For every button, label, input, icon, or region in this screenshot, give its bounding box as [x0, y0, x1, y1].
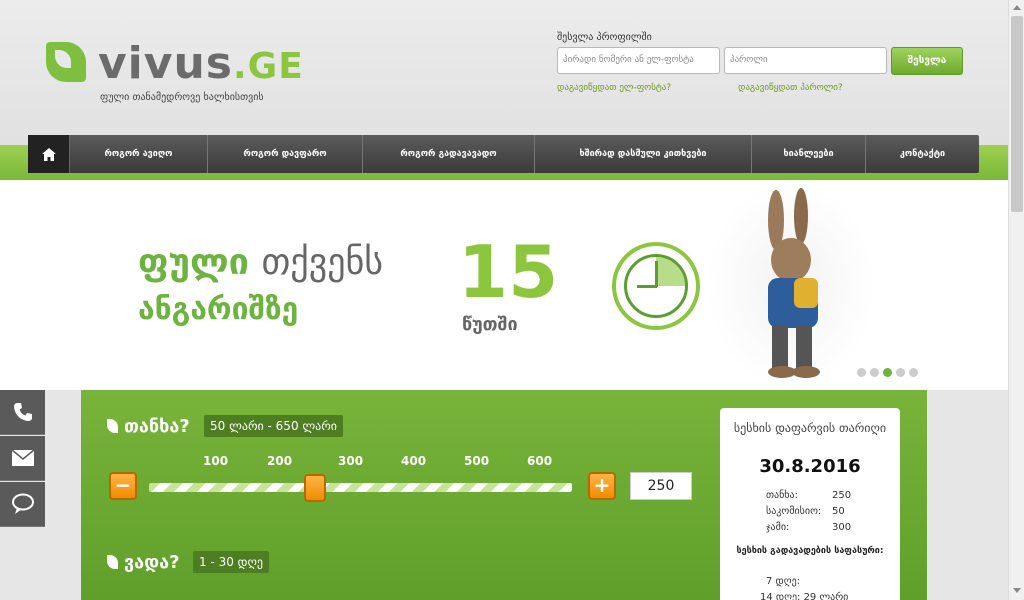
- amount-range-badge: 50 ლარი - 650 ლარი: [204, 415, 344, 437]
- extension-fee-7-days: 7 დღე:: [766, 576, 801, 587]
- term-label: ვადა?: [107, 552, 180, 573]
- scroll-up-arrow-icon[interactable]: [1013, 5, 1021, 10]
- password-input[interactable]: პაროლი: [724, 47, 887, 74]
- extension-fee-title: სესხის გადავადების საფასური:: [736, 546, 884, 556]
- promo-banner[interactable]: ფული თქვენს ანგარიშზე 15 წუთში: [0, 180, 1008, 390]
- amount-slider-track[interactable]: [149, 483, 572, 492]
- login-label: შესვლა პროფილში: [557, 32, 652, 43]
- side-phone-button[interactable]: [0, 390, 45, 435]
- loan-calculator: თანხა? 50 ლარი - 650 ლარი 100 200 300 40…: [81, 390, 927, 600]
- nav-item-how-to-extend[interactable]: როგორ გადავავადო: [363, 135, 535, 173]
- mail-icon: [11, 449, 34, 466]
- carousel-dot[interactable]: [870, 368, 879, 377]
- scale-label: 600: [527, 454, 553, 468]
- chat-icon: [11, 493, 34, 514]
- side-chat-button[interactable]: [0, 482, 45, 527]
- carousel-dot[interactable]: [883, 368, 892, 377]
- carousel-dot[interactable]: [896, 368, 905, 377]
- amount-value-field[interactable]: 250: [630, 472, 692, 500]
- rabbit-mascot-image: [706, 180, 876, 390]
- summary-row-amount: თანხა: 250: [766, 490, 852, 501]
- logo-leaf-icon: [46, 42, 86, 82]
- repayment-date: 30.8.2016: [759, 456, 861, 477]
- scale-label: 200: [267, 454, 293, 468]
- forgot-password-link[interactable]: დაგავიწყდათ პაროლი?: [738, 83, 843, 93]
- banner-unit: წუთში: [462, 314, 518, 335]
- scale-label: 100: [203, 454, 229, 468]
- term-range-badge: 1 - 30 დღე: [193, 551, 270, 573]
- amount-slider-handle[interactable]: [304, 474, 326, 502]
- carousel-dots: [857, 368, 918, 377]
- scale-label: 500: [464, 454, 490, 468]
- main-nav: როგორ ავიღო როგორ დავფარო როგორ გადავავა…: [28, 135, 979, 173]
- banner-line2: ანგარიშზე: [138, 292, 299, 327]
- summary-row-total: ჯამი: 300: [766, 522, 852, 533]
- amount-increase-button[interactable]: +: [588, 472, 616, 500]
- banner-line1: ფული თქვენს: [138, 242, 384, 283]
- extension-fee-14-days: 14 დღე: 29 ლარი: [760, 592, 849, 600]
- nav-item-how-to-get[interactable]: როგორ ავიღო: [70, 135, 208, 173]
- id-or-email-input[interactable]: პირადი ნომერი ან ელ-ფოსტა: [557, 47, 720, 74]
- scrollbar-thumb[interactable]: [1011, 16, 1023, 212]
- loan-summary-card: სესხის დაფარვის თარიღი 30.8.2016 თანხა: 2…: [720, 408, 900, 600]
- summary-row-fee: საკომისიო: 50: [766, 506, 845, 517]
- amount-decrease-button[interactable]: −: [109, 472, 137, 500]
- banner-number: 15: [458, 230, 559, 314]
- summary-title: სესხის დაფარვის თარიღი: [733, 421, 887, 435]
- home-icon: [41, 147, 56, 161]
- nav-home[interactable]: [28, 135, 70, 173]
- scroll-down-arrow-icon[interactable]: [1013, 588, 1021, 593]
- tagline: ფული თანამედროვე ხალხისთვის: [100, 92, 264, 103]
- amount-label: თანხა?: [107, 416, 190, 437]
- nav-item-how-to-repay[interactable]: როგორ დავფარო: [208, 135, 363, 173]
- scale-label: 400: [401, 454, 427, 468]
- carousel-dot[interactable]: [909, 368, 918, 377]
- side-mail-button[interactable]: [0, 436, 45, 481]
- clock-icon: [612, 242, 700, 330]
- phone-icon: [13, 403, 32, 421]
- nav-item-benefits[interactable]: ხიანლეები: [752, 135, 866, 173]
- nav-item-faq[interactable]: ხშირად დასმული კითხვები: [535, 135, 752, 173]
- login-button[interactable]: შესვლა: [891, 47, 963, 75]
- forgot-email-link[interactable]: დაგავიწყდათ ელ-ფოსტა?: [557, 83, 671, 93]
- scale-label: 300: [338, 454, 364, 468]
- carousel-dot[interactable]: [857, 368, 866, 377]
- nav-item-contact[interactable]: კონტაქტი: [866, 135, 979, 173]
- page-scrollbar[interactable]: [1008, 0, 1024, 600]
- logo-text: vivus.GE: [98, 38, 304, 89]
